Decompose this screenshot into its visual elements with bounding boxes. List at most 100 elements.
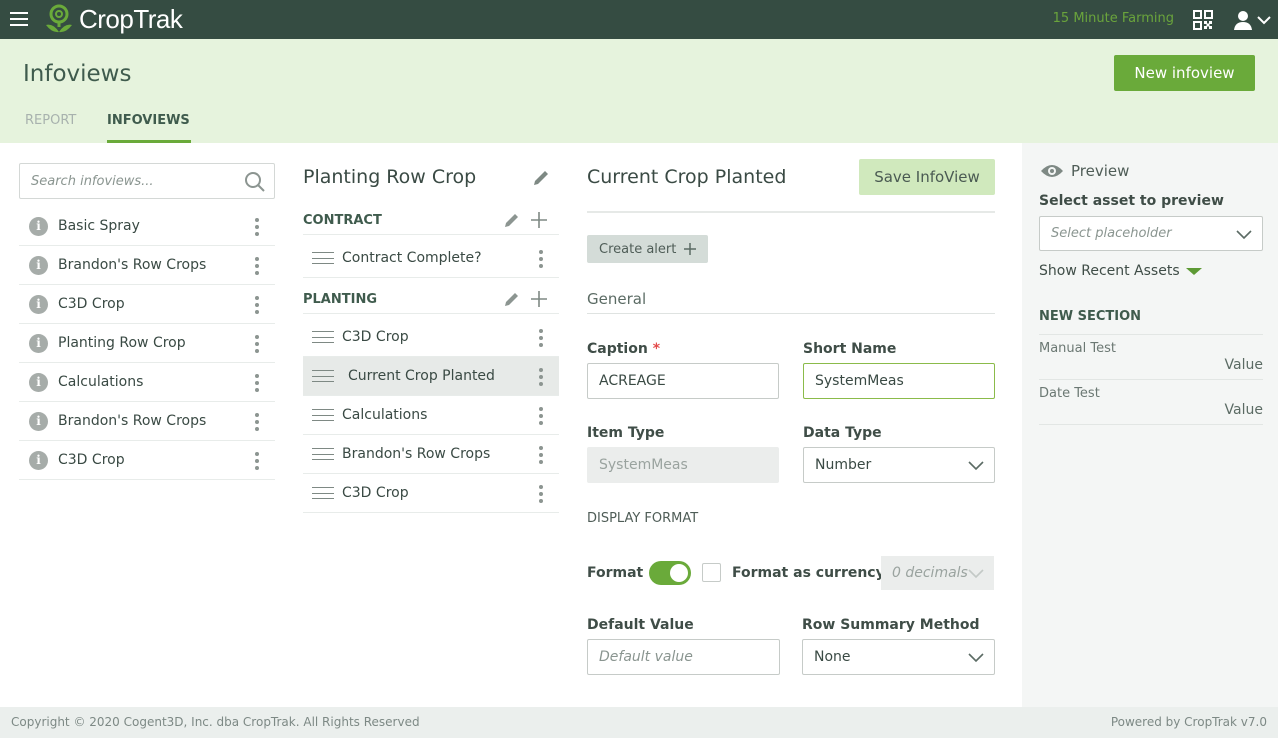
info-icon[interactable]: i: [29, 450, 48, 470]
field-list-item[interactable]: C3D Crop: [303, 474, 559, 513]
preview-title: Preview: [1071, 162, 1130, 180]
user-menu[interactable]: [1233, 9, 1273, 31]
farm-name-link[interactable]: 15 Minute Farming: [1053, 11, 1174, 26]
more-options-icon[interactable]: [538, 446, 544, 464]
more-options-icon[interactable]: [538, 250, 544, 268]
create-alert-label: Create alert: [599, 241, 677, 257]
required-marker: *: [652, 341, 661, 357]
add-field-icon[interactable]: [529, 289, 549, 309]
info-icon[interactable]: i: [29, 294, 48, 314]
more-options-icon[interactable]: [254, 452, 260, 470]
short-name-label: Short Name: [803, 341, 897, 357]
search-input[interactable]: [20, 164, 230, 198]
infoview-list-item[interactable]: i Calculations: [19, 363, 275, 402]
drag-handle-icon[interactable]: [312, 370, 334, 382]
format-toggle[interactable]: [649, 561, 691, 585]
row-summary-value: None: [814, 649, 851, 665]
add-field-icon[interactable]: [529, 210, 549, 230]
show-recent-assets-toggle[interactable]: Show Recent Assets: [1039, 263, 1202, 279]
field-list-item[interactable]: Calculations: [303, 396, 559, 435]
planting-field-list: C3D Crop Current Crop Planted Calculations…: [303, 318, 559, 513]
info-icon[interactable]: i: [29, 411, 48, 431]
edit-infoview-icon[interactable]: [531, 168, 551, 188]
field-list-item[interactable]: C3D Crop: [303, 318, 559, 357]
infoview-label: Planting Row Crop: [58, 335, 186, 351]
more-options-icon[interactable]: [254, 218, 260, 236]
more-options-icon[interactable]: [254, 374, 260, 392]
create-alert-button[interactable]: Create alert: [587, 235, 708, 263]
info-icon[interactable]: i: [29, 255, 48, 275]
field-list-item[interactable]: Current Crop Planted: [303, 357, 559, 396]
more-options-icon[interactable]: [538, 485, 544, 503]
menu-icon[interactable]: [10, 12, 28, 26]
drag-handle-icon[interactable]: [312, 448, 334, 460]
save-infoview-button[interactable]: Save InfoView: [859, 159, 995, 195]
format-label: Format: [587, 565, 644, 581]
page-header: Infoviews New infoview REPORT INFOVIEWS: [0, 39, 1278, 143]
info-icon[interactable]: i: [29, 333, 48, 353]
infoview-list-item[interactable]: i Brandon's Row Crops: [19, 402, 275, 441]
default-value-input[interactable]: [587, 639, 780, 675]
eye-icon: [1041, 165, 1063, 177]
edit-section-icon[interactable]: [503, 290, 521, 308]
more-options-icon[interactable]: [254, 335, 260, 353]
more-options-icon[interactable]: [254, 296, 260, 314]
preview-row-value: Value: [1224, 357, 1263, 373]
search-icon[interactable]: [244, 171, 266, 193]
infoview-list-item[interactable]: i C3D Crop: [19, 285, 275, 324]
preview-row-value: Value: [1224, 402, 1263, 418]
infoview-label: Calculations: [58, 374, 144, 390]
caption-input[interactable]: [587, 363, 779, 399]
user-icon: [1234, 11, 1252, 30]
data-type-select[interactable]: Number: [803, 447, 995, 483]
drag-handle-icon[interactable]: [312, 487, 334, 499]
plus-icon: [684, 243, 697, 255]
data-type-label: Data Type: [803, 425, 882, 441]
field-list-item[interactable]: Contract Complete?: [303, 239, 559, 278]
field-label: Contract Complete?: [342, 250, 482, 266]
infoview-title: Planting Row Crop: [303, 166, 477, 188]
more-options-icon[interactable]: [254, 257, 260, 275]
info-icon[interactable]: i: [29, 372, 48, 392]
field-editor-title: Current Crop Planted: [587, 166, 787, 188]
infoview-list-item[interactable]: i Brandon's Row Crops: [19, 246, 275, 285]
more-options-icon[interactable]: [254, 413, 260, 431]
currency-checkbox[interactable]: [702, 563, 721, 582]
new-infoview-button[interactable]: New infoview: [1114, 55, 1255, 91]
more-options-icon[interactable]: [538, 368, 544, 386]
top-nav-bar: CropTrak 15 Minute Farming: [0, 0, 1278, 39]
short-name-input[interactable]: [803, 363, 995, 399]
infoview-list-item[interactable]: i C3D Crop: [19, 441, 275, 480]
preview-panel: Preview Select asset to preview Select p…: [1022, 143, 1278, 707]
section-label: CONTRACT: [303, 213, 382, 228]
drag-handle-icon[interactable]: [312, 409, 334, 421]
decimals-select[interactable]: 0 decimals: [881, 556, 994, 590]
currency-label: Format as currency: [732, 565, 885, 581]
chevron-down-icon: [1236, 230, 1252, 240]
edit-section-icon[interactable]: [503, 211, 521, 229]
field-list-item[interactable]: Brandon's Row Crops: [303, 435, 559, 474]
app-logo[interactable]: CropTrak: [43, 3, 183, 35]
footer: Copyright © 2020 Cogent3D, Inc. dba Crop…: [0, 707, 1278, 738]
drag-handle-icon[interactable]: [312, 252, 334, 264]
select-asset-dropdown[interactable]: Select placeholder: [1039, 216, 1263, 251]
item-type-field: SystemMeas: [587, 447, 779, 483]
infoview-list-item[interactable]: i Planting Row Crop: [19, 324, 275, 363]
more-options-icon[interactable]: [538, 329, 544, 347]
more-options-icon[interactable]: [538, 407, 544, 425]
infoview-label: C3D Crop: [58, 296, 125, 312]
row-summary-select[interactable]: None: [802, 639, 995, 675]
infoview-list-item[interactable]: i Basic Spray: [19, 207, 275, 246]
drag-handle-icon[interactable]: [312, 331, 334, 343]
qr-code-icon[interactable]: [1193, 10, 1213, 30]
tab-report[interactable]: REPORT: [25, 113, 76, 143]
info-icon[interactable]: i: [29, 216, 48, 236]
tab-infoviews[interactable]: INFOVIEWS: [107, 113, 191, 143]
preview-rows: Manual Test Value Date Test Value: [1039, 334, 1263, 425]
general-section-title: General: [587, 290, 647, 308]
infoview-label: Brandon's Row Crops: [58, 257, 207, 273]
chevron-down-icon: [968, 653, 984, 663]
chevron-down-icon: [1257, 16, 1271, 25]
divider: [587, 313, 995, 314]
divider: [587, 211, 995, 213]
